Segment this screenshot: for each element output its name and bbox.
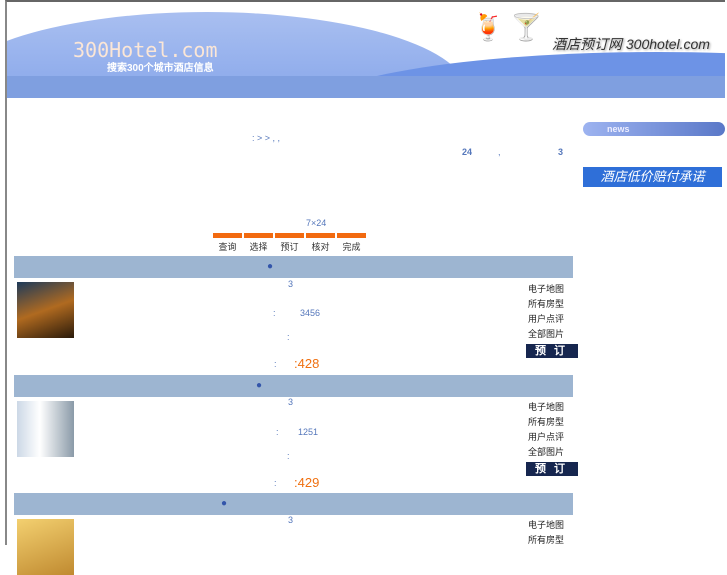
step-search: 查询 [213, 233, 242, 253]
phone-label: : [276, 427, 279, 437]
phone-label: : [273, 308, 276, 318]
hotel-links: 电子地图 所有房型 用户点评 全部图片 预订 [526, 400, 578, 476]
step-select: 选择 [244, 233, 273, 253]
site-title: 酒店预订网 300hotel.com [552, 36, 710, 52]
hotel-photo[interactable] [17, 401, 74, 457]
comma: , [498, 147, 501, 157]
low-price-promise-banner[interactable]: 酒店低价赔付承诺 [583, 167, 722, 187]
map-link[interactable]: 电子地图 [528, 400, 578, 415]
hours-text: 24 [462, 147, 473, 157]
address-label: : [287, 332, 290, 342]
step-done: 完成 [337, 233, 366, 253]
hotel-stars: 3 [288, 279, 294, 289]
hotel-header[interactable]: ● [14, 375, 573, 397]
hotel-stars: 3 [288, 515, 294, 525]
photos-link[interactable]: 全部图片 [528, 327, 578, 342]
room-types-link[interactable]: 所有房型 [528, 533, 564, 548]
hotel-photo[interactable] [17, 282, 74, 338]
cocktail-icon: 🍸 [510, 12, 543, 42]
room-types-link[interactable]: 所有房型 [528, 415, 578, 430]
hotel-header[interactable]: ● [14, 493, 573, 515]
book-button[interactable]: 预订 [526, 344, 578, 358]
hotel-price: :428 [294, 356, 320, 371]
hotel-header[interactable]: ● [14, 256, 573, 278]
price-label: : [274, 478, 277, 488]
booking-steps: 查询 选择 预订 核对 完成 [213, 233, 366, 253]
service-hours: 7×24 [306, 218, 327, 228]
banner-band [7, 76, 725, 98]
count-text: 3 [558, 147, 564, 157]
breadcrumb: : > > , , [252, 133, 281, 143]
hotel-photo[interactable] [17, 519, 74, 575]
hotel-links: 电子地图 所有房型 用户点评 全部图片 预订 [526, 282, 578, 358]
step-book: 预订 [275, 233, 304, 253]
hotel-phone: 3456 [300, 308, 321, 318]
news-header: news [583, 122, 725, 136]
map-link[interactable]: 电子地图 [528, 518, 564, 533]
banner: 300Hotel.com 搜索300个城市酒店信息 🍹 🍸 酒店预订网 300h… [7, 2, 725, 98]
reviews-link[interactable]: 用户点评 [528, 430, 578, 445]
cocktail-icon: 🍹 [472, 12, 505, 42]
book-button[interactable]: 预订 [526, 462, 578, 476]
step-verify: 核对 [306, 233, 335, 253]
hotel-stars: 3 [288, 397, 294, 407]
map-link[interactable]: 电子地图 [528, 282, 578, 297]
hotel-phone: 1251 [298, 427, 319, 437]
slogan: 搜索300个城市酒店信息 [107, 63, 214, 74]
photos-link[interactable]: 全部图片 [528, 445, 578, 460]
address-label: : [287, 451, 290, 461]
price-label: : [274, 359, 277, 369]
hotel-links: 电子地图 所有房型 [528, 518, 564, 548]
hotel-price: :429 [294, 475, 320, 490]
room-types-link[interactable]: 所有房型 [528, 297, 578, 312]
reviews-link[interactable]: 用户点评 [528, 312, 578, 327]
